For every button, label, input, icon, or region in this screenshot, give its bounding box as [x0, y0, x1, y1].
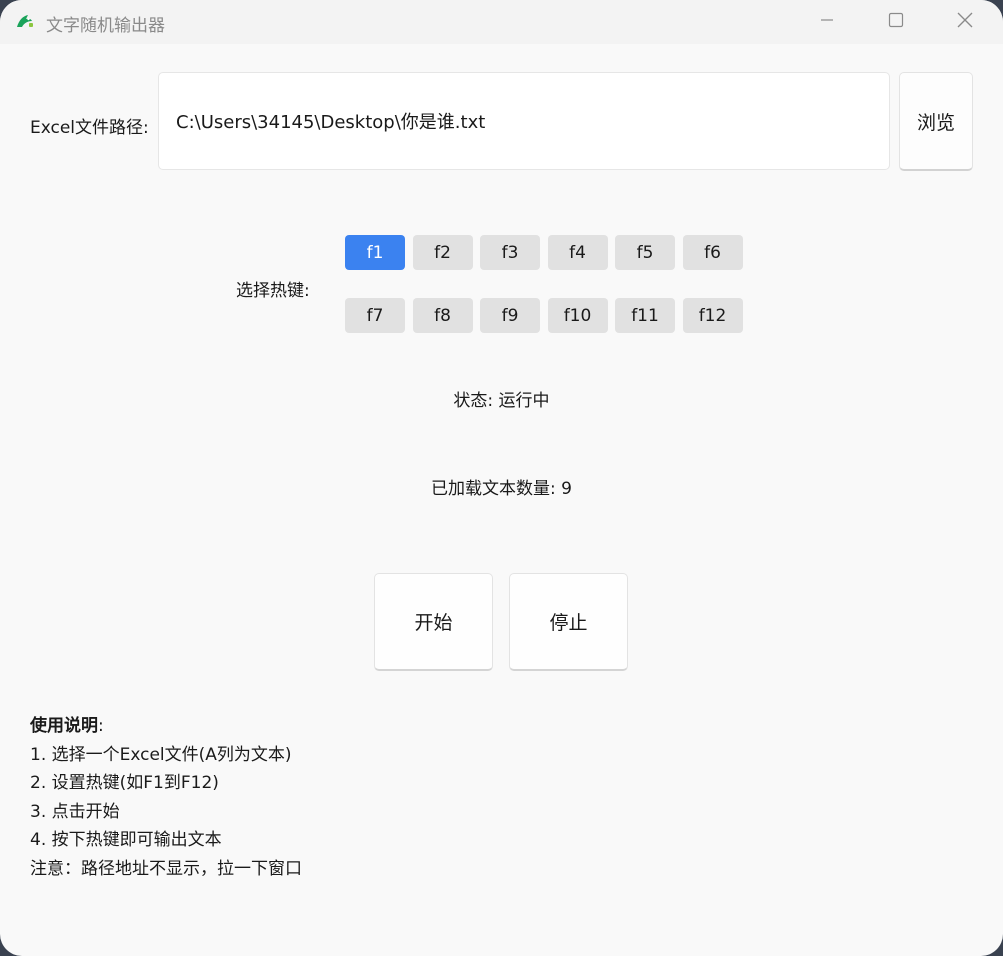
- path-label: Excel文件路径:: [30, 118, 149, 138]
- loaded-count-text: 已加载文本数量: 9: [431, 479, 572, 499]
- hotkey-label: 选择热键:: [236, 281, 310, 301]
- maximize-icon: [888, 12, 904, 32]
- hotkey-f10[interactable]: f10: [547, 298, 608, 333]
- instruction-line: 3. 点击开始: [30, 801, 120, 822]
- hotkey-f4[interactable]: f4: [547, 235, 608, 270]
- hotkey-f2[interactable]: f2: [412, 235, 473, 270]
- instruction-note: 注意：路径地址不显示，拉一下窗口: [30, 858, 302, 879]
- hotkey-grid: f1 f2 f3 f4 f5 f6 f7 f8 f9 f10 f11 f12: [345, 235, 750, 335]
- instructions-title: 使用说明: [30, 716, 98, 736]
- start-button[interactable]: 开始: [374, 573, 493, 671]
- instruction-line: 4. 按下热键即可输出文本: [30, 830, 222, 850]
- hotkey-f6[interactable]: f6: [682, 235, 743, 270]
- path-value: C:\Users\34145\Desktop\你是谁.txt: [176, 112, 486, 133]
- path-input[interactable]: C:\Users\34145\Desktop\你是谁.txt: [158, 72, 890, 170]
- app-window: 文字随机输出器 Excel文件路径: C:\Users\34145\Deskto…: [0, 0, 1003, 956]
- app-logo-icon: [16, 13, 34, 29]
- stop-button[interactable]: 停止: [509, 573, 628, 671]
- instructions: 使用说明: 1. 选择一个Excel文件(A列为文本) 2. 设置热键(如F1到…: [30, 712, 302, 883]
- hotkey-f8[interactable]: f8: [412, 298, 473, 333]
- close-button[interactable]: [931, 0, 999, 44]
- hotkey-f7[interactable]: f7: [345, 298, 405, 333]
- maximize-button[interactable]: [862, 0, 930, 44]
- hotkey-f3[interactable]: f3: [480, 235, 540, 270]
- hotkey-f1[interactable]: f1: [345, 235, 405, 270]
- title-bar[interactable]: 文字随机输出器: [0, 0, 1003, 44]
- minimize-icon: [819, 12, 835, 32]
- hotkey-f9[interactable]: f9: [480, 298, 540, 333]
- window-title: 文字随机输出器: [46, 16, 165, 36]
- hotkey-f5[interactable]: f5: [615, 235, 675, 270]
- instructions-colon: :: [98, 716, 104, 736]
- hotkey-f11[interactable]: f11: [615, 298, 675, 333]
- minimize-button[interactable]: [793, 0, 861, 44]
- browse-button[interactable]: 浏览: [899, 72, 973, 171]
- hotkey-f12[interactable]: f12: [682, 298, 743, 333]
- instructions-heading: 使用说明:: [30, 712, 302, 741]
- instruction-line: 1. 选择一个Excel文件(A列为文本): [30, 744, 292, 765]
- status-text: 状态: 运行中: [453, 391, 550, 411]
- close-icon: [956, 11, 974, 33]
- instruction-line: 2. 设置热键(如F1到F12): [30, 773, 219, 793]
